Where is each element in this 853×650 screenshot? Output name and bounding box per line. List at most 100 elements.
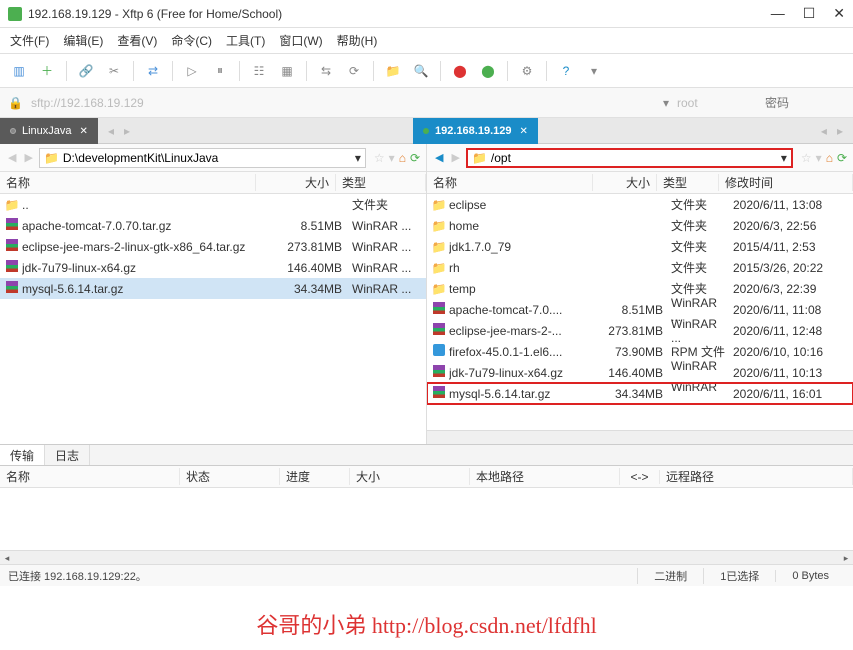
file-type: WinRAR ...	[342, 282, 426, 296]
tab-remote[interactable]: 192.168.19.129 ✕	[413, 118, 538, 144]
log-col-progress[interactable]: 进度	[280, 468, 350, 485]
menu-view[interactable]: 查看(V)	[117, 32, 157, 49]
col-type[interactable]: 类型	[657, 174, 719, 191]
gear-icon[interactable]: ⚙	[516, 60, 538, 82]
archive-icon	[431, 302, 447, 317]
col-date[interactable]: 修改时间	[719, 174, 853, 191]
file-row[interactable]: 📁jdk1.7.0_79文件夹2015/4/11, 2:53	[427, 236, 853, 257]
remote-path-box[interactable]: 📁 ▾	[466, 148, 793, 168]
sftp-input[interactable]	[31, 96, 655, 110]
menu-edit[interactable]: 编辑(E)	[63, 32, 103, 49]
new-icon[interactable]: ▥	[8, 60, 30, 82]
menu-help[interactable]: 帮助(H)	[337, 32, 378, 49]
toolbar: ▥ ＋ 🔗 ✂ ⇄ ▷ ⏸ ☷ ▦ ⇆ ⟳ 📁 🔍 ⬤ ⬤ ⚙ ? ▾	[0, 54, 853, 88]
log-tabs: 传输 日志	[0, 444, 853, 466]
local-path-box[interactable]: 📁 ▾	[39, 148, 366, 168]
file-row[interactable]: 📁home文件夹2020/6/3, 22:56	[427, 215, 853, 236]
file-row[interactable]: firefox-45.0.1-1.el6....73.90MBRPM 文件202…	[427, 341, 853, 362]
tab-next-icon[interactable]: ▸	[124, 124, 130, 138]
remote-scrollbar[interactable]	[427, 430, 853, 444]
file-row[interactable]: 📁eclipse文件夹2020/6/11, 13:08	[427, 194, 853, 215]
tab-local[interactable]: LinuxJava ✕	[0, 118, 98, 144]
col-name[interactable]: 名称	[0, 174, 256, 191]
file-name: jdk-7u79-linux-x64.gz	[22, 261, 262, 275]
user-input[interactable]	[677, 96, 757, 110]
transfer-icon[interactable]: ⇄	[142, 60, 164, 82]
maximize-button[interactable]: ☐	[803, 5, 816, 22]
file-row[interactable]: mysql-5.6.14.tar.gz34.34MBWinRAR ...	[0, 278, 426, 299]
log-col-status[interactable]: 状态	[180, 468, 280, 485]
home-icon[interactable]: ⌂	[826, 151, 833, 165]
file-type: 文件夹	[342, 196, 426, 213]
remote-path-dropdown-icon[interactable]: ▾	[781, 151, 787, 165]
local-file-list[interactable]: 📁..文件夹apache-tomcat-7.0.70.tar.gz8.51MBW…	[0, 194, 426, 444]
status-icon[interactable]: ⬤	[477, 60, 499, 82]
sync-icon[interactable]: ⟳	[343, 60, 365, 82]
col-size[interactable]: 大小	[256, 174, 336, 191]
log-col-arrow[interactable]: <->	[620, 470, 660, 484]
menu-file[interactable]: 文件(F)	[10, 32, 49, 49]
play-icon[interactable]: ▷	[181, 60, 203, 82]
remote-fwd-icon[interactable]: ▶	[449, 151, 461, 164]
tab-remote-close-icon[interactable]: ✕	[520, 126, 528, 137]
refresh-icon[interactable]: ⟳	[837, 151, 847, 165]
grid-icon[interactable]: ▦	[276, 60, 298, 82]
file-name: temp	[449, 282, 599, 296]
file-row[interactable]: jdk-7u79-linux-x64.gz146.40MBWinRAR ...2…	[427, 362, 853, 383]
star-icon[interactable]: ☆	[374, 151, 385, 165]
file-row[interactable]: 📁..文件夹	[0, 194, 426, 215]
file-row[interactable]: eclipse-jee-mars-2-...273.81MBWinRAR ...…	[427, 320, 853, 341]
log-tab-transfer[interactable]: 传输	[0, 445, 45, 465]
local-path-input[interactable]	[63, 151, 351, 165]
log-col-name[interactable]: 名称	[0, 468, 180, 485]
address-dropdown-icon[interactable]: ▾	[663, 96, 669, 110]
local-fwd-icon[interactable]: ▶	[22, 151, 34, 164]
rtab-next-icon[interactable]: ▸	[837, 124, 843, 138]
password-input[interactable]	[765, 96, 845, 110]
col-size[interactable]: 大小	[593, 174, 657, 191]
list-icon[interactable]: ☷	[248, 60, 270, 82]
minimize-button[interactable]: —	[771, 5, 785, 22]
log-col-localpath[interactable]: 本地路径	[470, 468, 620, 485]
log-hscroll[interactable]: ◂▸	[0, 550, 853, 564]
swap-icon[interactable]: ⇆	[315, 60, 337, 82]
file-row[interactable]: apache-tomcat-7.0....8.51MBWinRAR ...202…	[427, 299, 853, 320]
file-row[interactable]: jdk-7u79-linux-x64.gz146.40MBWinRAR ...	[0, 257, 426, 278]
file-row[interactable]: mysql-5.6.14.tar.gz34.34MBWinRAR ...2020…	[427, 383, 853, 404]
refresh-icon[interactable]: ⟳	[410, 151, 420, 165]
disconnect-icon[interactable]: ✂	[103, 60, 125, 82]
search-icon[interactable]: 🔍	[410, 60, 432, 82]
archive-icon	[431, 323, 447, 338]
link-icon[interactable]: 🔗	[75, 60, 97, 82]
local-back-icon[interactable]: ◀	[6, 151, 18, 164]
rtab-prev-icon[interactable]: ◂	[821, 124, 827, 138]
dropdown-icon[interactable]: ▾	[583, 60, 605, 82]
file-type: WinRAR ...	[342, 240, 426, 254]
file-row[interactable]: 📁temp文件夹2020/6/3, 22:39	[427, 278, 853, 299]
menu-window[interactable]: 窗口(W)	[279, 32, 322, 49]
file-row[interactable]: 📁rh文件夹2015/3/26, 20:22	[427, 257, 853, 278]
pause-icon[interactable]: ⏸	[209, 60, 231, 82]
log-col-size[interactable]: 大小	[350, 468, 470, 485]
help-icon[interactable]: ?	[555, 60, 577, 82]
file-row[interactable]: apache-tomcat-7.0.70.tar.gz8.51MBWinRAR …	[0, 215, 426, 236]
menu-command[interactable]: 命令(C)	[171, 32, 212, 49]
folder-icon[interactable]: 📁	[382, 60, 404, 82]
home-icon[interactable]: ⌂	[399, 151, 406, 165]
file-row[interactable]: eclipse-jee-mars-2-linux-gtk-x86_64.tar.…	[0, 236, 426, 257]
remote-path-input[interactable]	[491, 151, 777, 165]
col-type[interactable]: 类型	[336, 174, 426, 191]
menu-tools[interactable]: 工具(T)	[226, 32, 265, 49]
add-icon[interactable]: ＋	[36, 60, 58, 82]
remote-file-list[interactable]: 📁eclipse文件夹2020/6/11, 13:08📁home文件夹2020/…	[427, 194, 853, 430]
stop-icon[interactable]: ⬤	[449, 60, 471, 82]
col-name[interactable]: 名称	[427, 174, 593, 191]
log-col-remotepath[interactable]: 远程路径	[660, 468, 853, 485]
local-path-dropdown-icon[interactable]: ▾	[355, 151, 361, 165]
tab-local-close-icon[interactable]: ✕	[80, 126, 88, 137]
star-icon[interactable]: ☆	[801, 151, 812, 165]
tab-prev-icon[interactable]: ◂	[108, 124, 114, 138]
remote-back-icon[interactable]: ◀	[433, 151, 445, 164]
log-tab-log[interactable]: 日志	[45, 445, 90, 465]
close-button[interactable]: ✕	[833, 5, 845, 22]
